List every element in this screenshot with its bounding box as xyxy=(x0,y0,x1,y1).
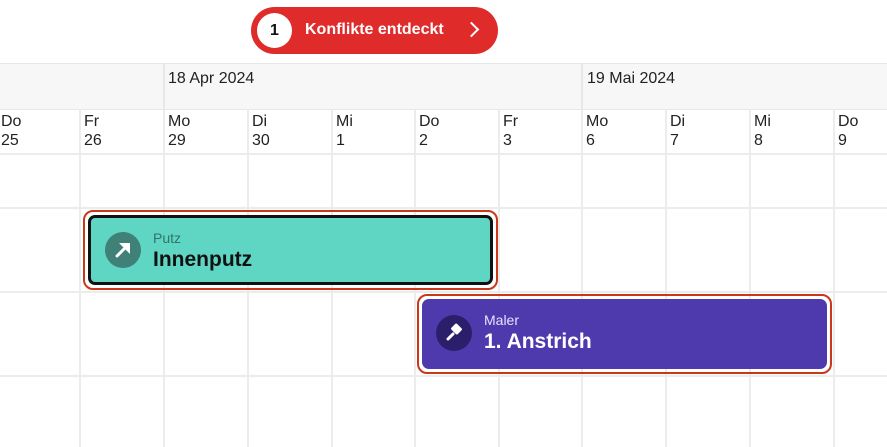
month-label-may: 19 Mai 2024 xyxy=(587,70,676,87)
month-label-april: 18 Apr 2024 xyxy=(168,70,255,87)
conflict-count-badge: 1 xyxy=(257,13,292,48)
grid-row-line xyxy=(0,207,887,209)
task-card: Putz Innenputz xyxy=(88,215,493,285)
task-category: Putz xyxy=(153,230,182,246)
task-title: 1. Anstrich xyxy=(484,330,592,353)
day-header: Di 30 xyxy=(252,113,270,149)
task-category: Maler xyxy=(484,312,520,328)
month-divider xyxy=(163,64,165,109)
day-header: Do 9 xyxy=(838,113,859,149)
task-title: Innenputz xyxy=(153,248,253,271)
task-anstrich[interactable]: Maler 1. Anstrich xyxy=(417,294,832,374)
grid-column-line xyxy=(79,109,81,447)
day-header: Mi 8 xyxy=(754,113,771,149)
conflict-label: Konflikte entdeckt xyxy=(305,21,444,38)
day-header: Do 2 xyxy=(419,113,440,149)
grid-column-line xyxy=(749,109,751,447)
conflicts-button[interactable]: 1 Konflikte entdeckt xyxy=(251,7,498,54)
grid-row-line xyxy=(0,153,887,155)
grid-row-line xyxy=(0,375,887,377)
day-header: Mo 6 xyxy=(586,113,609,149)
grid-column-line xyxy=(665,109,667,447)
month-header-row: 18 Apr 2024 19 Mai 2024 xyxy=(0,63,887,110)
task-innenputz[interactable]: Putz Innenputz xyxy=(83,210,498,290)
trowel-icon xyxy=(105,232,141,268)
day-header: Fr 3 xyxy=(503,113,519,149)
day-header: Do 25 xyxy=(1,113,22,149)
day-header: Fr 26 xyxy=(84,113,102,149)
paint-roller-icon xyxy=(436,315,472,351)
grid-row-line xyxy=(0,291,887,293)
grid-column-line xyxy=(833,109,835,447)
grid-column-line xyxy=(581,109,583,447)
day-header: Mi 1 xyxy=(336,113,353,149)
grid-column-line xyxy=(498,109,500,447)
month-divider xyxy=(581,64,583,109)
task-card: Maler 1. Anstrich xyxy=(422,299,827,369)
day-header: Mo 29 xyxy=(168,113,191,149)
day-header: Di 7 xyxy=(670,113,686,149)
